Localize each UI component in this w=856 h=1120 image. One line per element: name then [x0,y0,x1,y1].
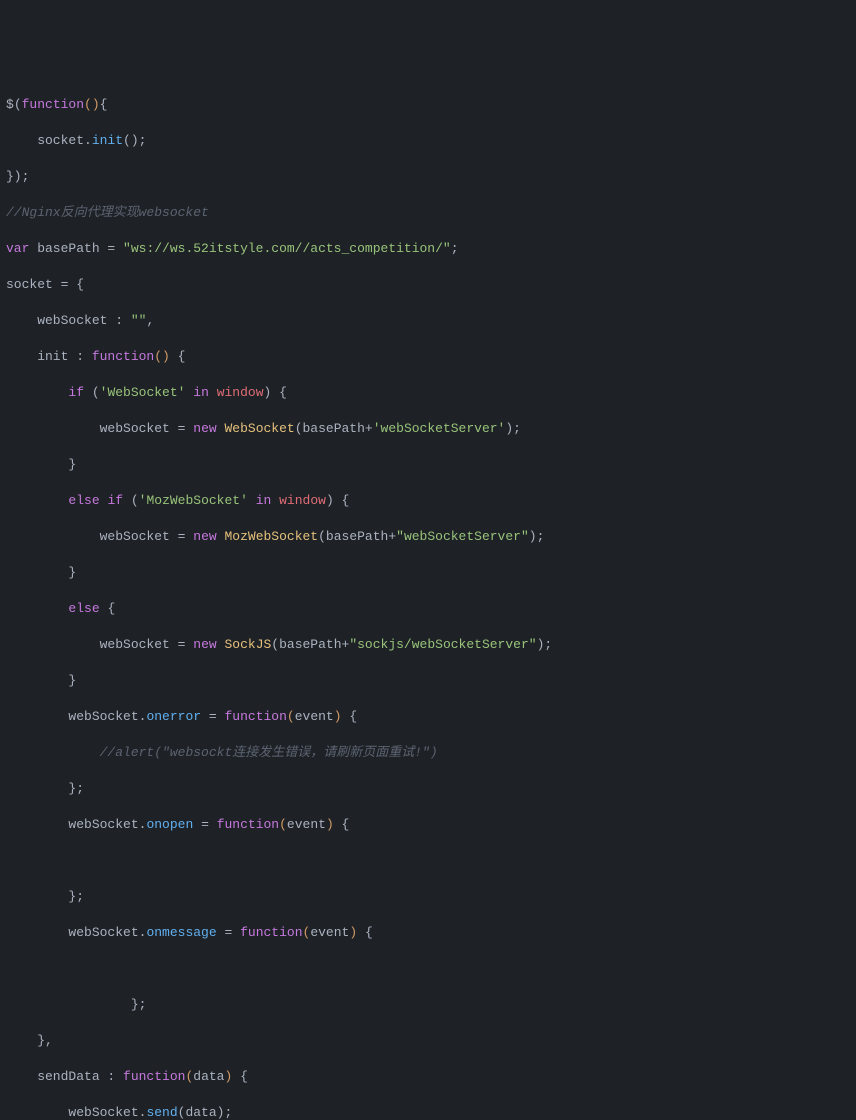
code-line: sendData : function(data) { [6,1068,856,1086]
code-line: webSocket.onmessage = function(event) { [6,924,856,942]
code-line: }); [6,168,856,186]
code-line: init : function() { [6,348,856,366]
code-line [6,852,856,870]
code-line: $(function(){ [6,96,856,114]
code-line: socket.init(); [6,132,856,150]
code-line: webSocket.onerror = function(event) { [6,708,856,726]
code-line: }; [6,888,856,906]
code-line: }; [6,996,856,1014]
code-line: webSocket : "", [6,312,856,330]
code-line [6,960,856,978]
code-line: }; [6,780,856,798]
code-line: socket = { [6,276,856,294]
code-line: //Nginx反向代理实现websocket [6,204,856,222]
code-line: //alert("websockt连接发生错误，请刷新页面重试!") [6,744,856,762]
code-line: if ('WebSocket' in window) { [6,384,856,402]
code-line: } [6,456,856,474]
code-line: webSocket = new MozWebSocket(basePath+"w… [6,528,856,546]
code-line: else if ('MozWebSocket' in window) { [6,492,856,510]
code-line: var basePath = "ws://ws.52itstyle.com//a… [6,240,856,258]
code-line: webSocket = new WebSocket(basePath+'webS… [6,420,856,438]
code-line: } [6,564,856,582]
code-line: } [6,672,856,690]
code-editor[interactable]: $(function(){ socket.init(); }); //Nginx… [6,78,856,1120]
code-line: }, [6,1032,856,1050]
code-line: else { [6,600,856,618]
code-line: webSocket.send(data); [6,1104,856,1120]
code-line: webSocket = new SockJS(basePath+"sockjs/… [6,636,856,654]
code-line: webSocket.onopen = function(event) { [6,816,856,834]
